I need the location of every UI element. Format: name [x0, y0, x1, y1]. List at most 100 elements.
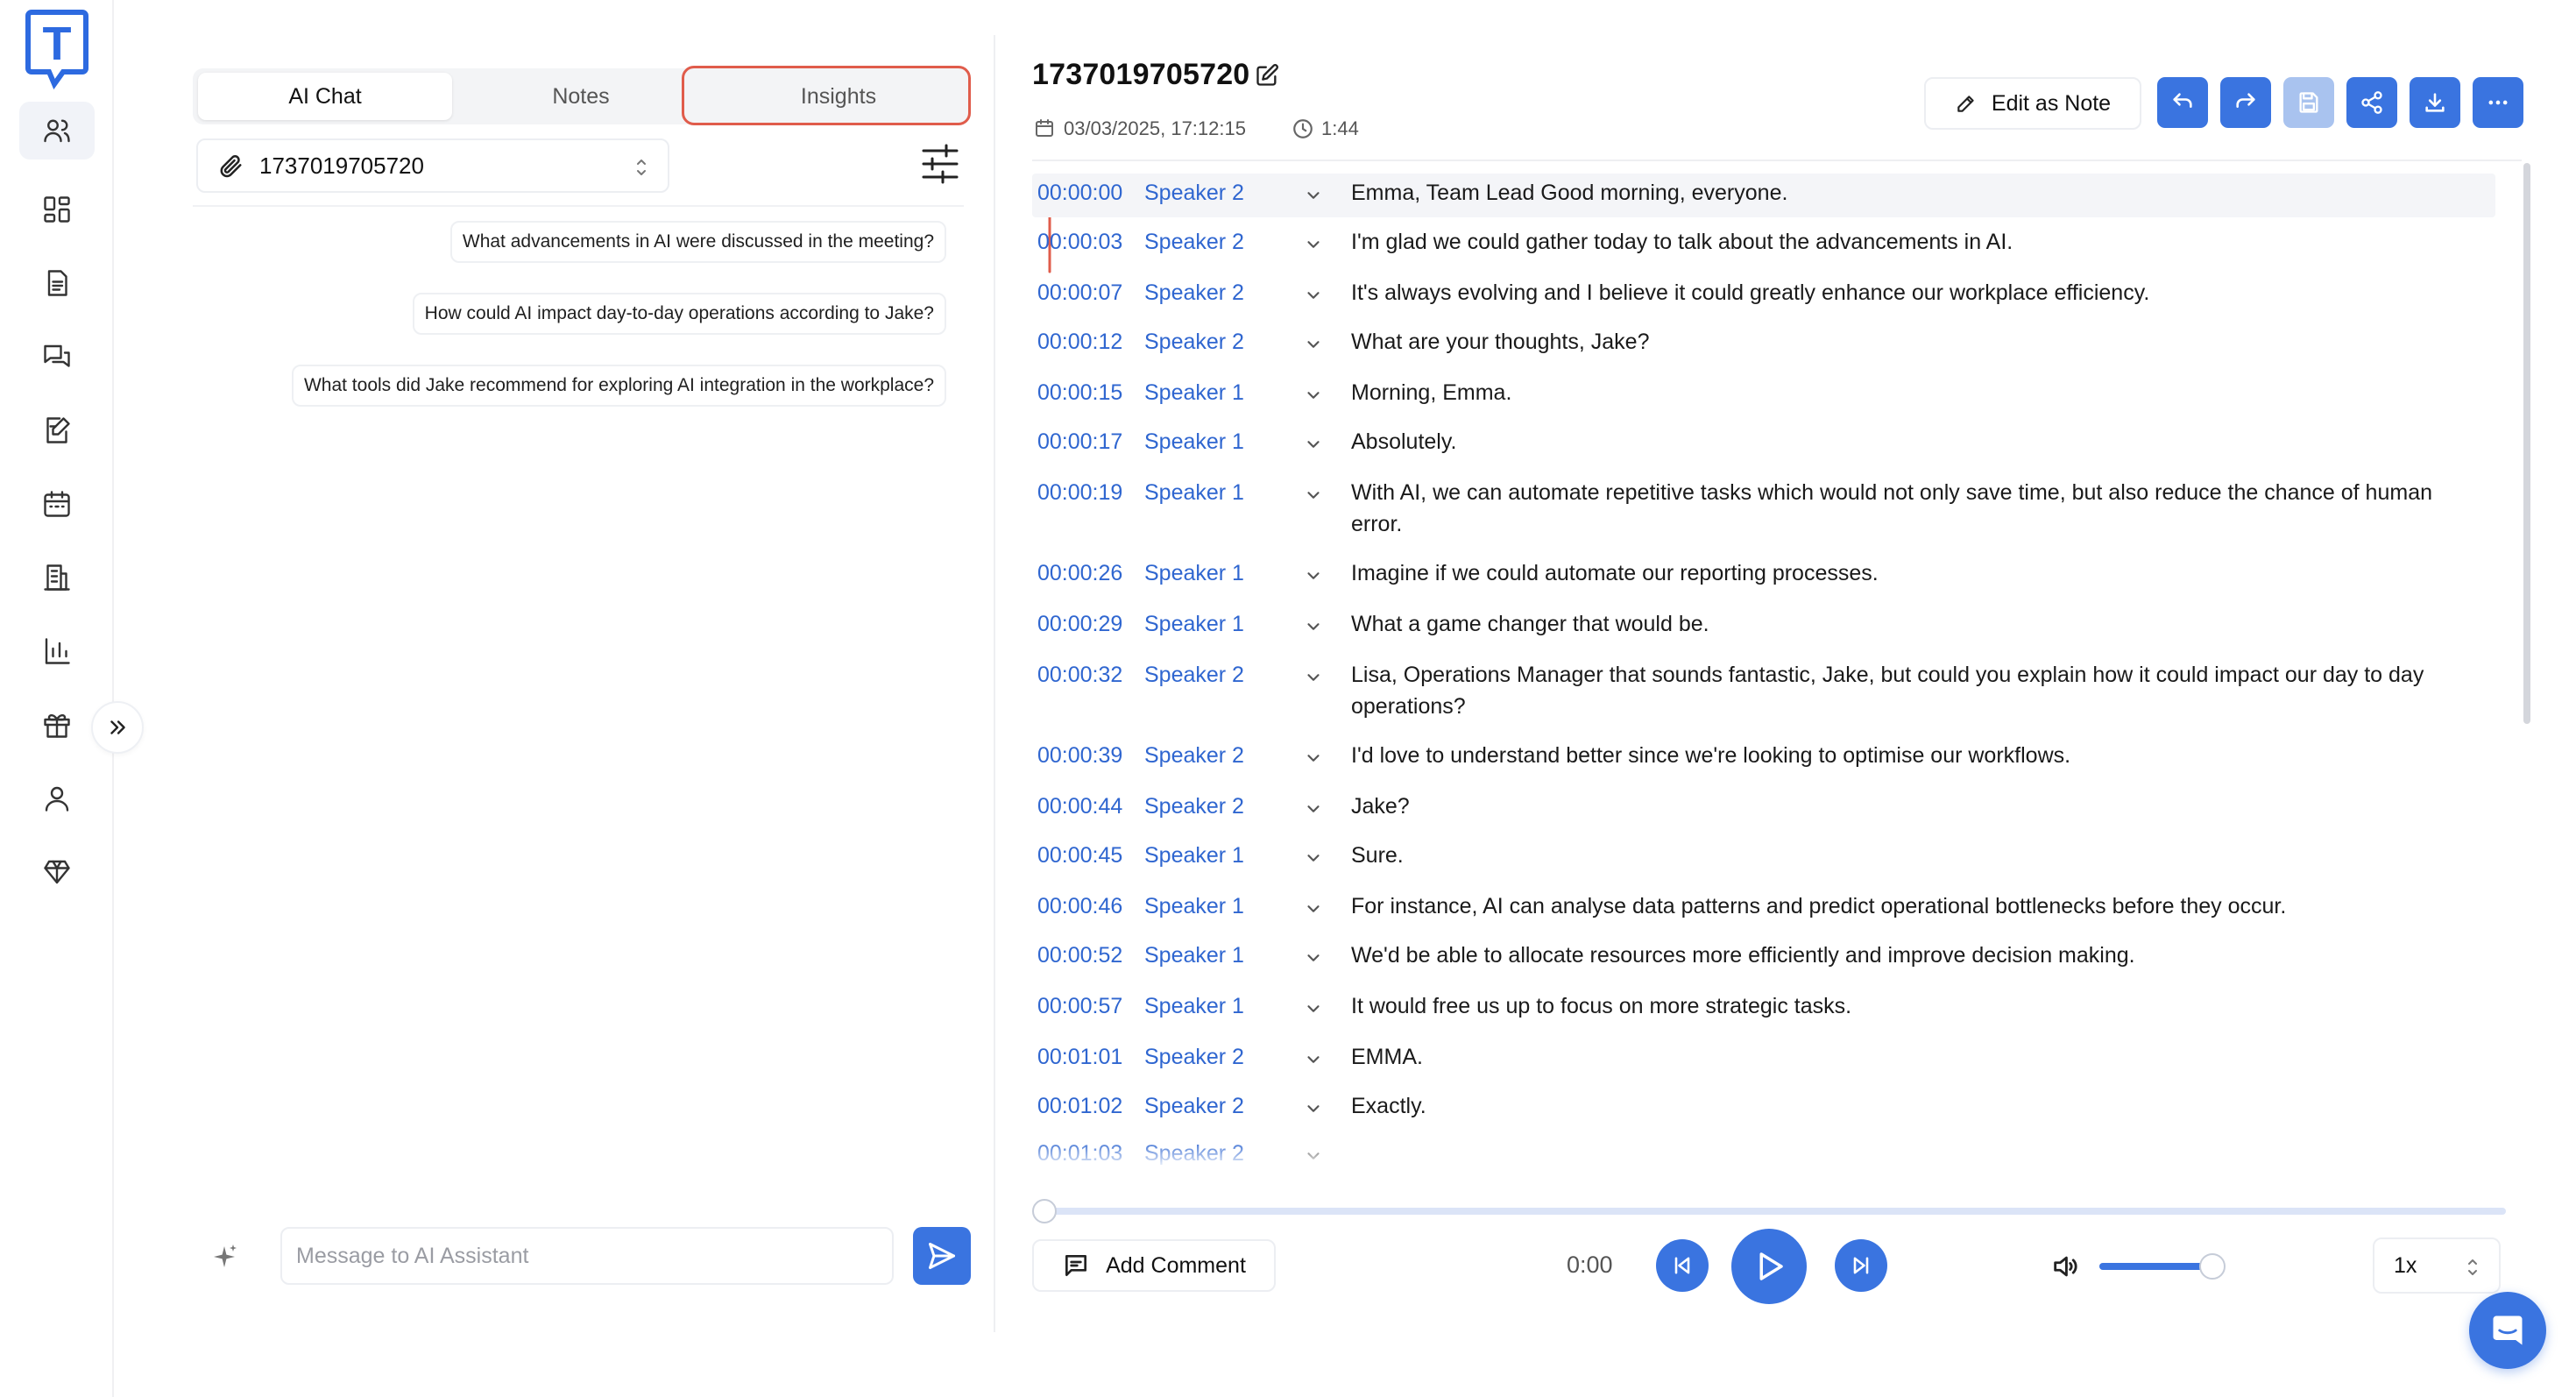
sidebar-item-users[interactable]: [19, 102, 95, 160]
chevron-down-icon[interactable]: [1304, 799, 1323, 819]
chevron-down-icon[interactable]: [1304, 335, 1323, 354]
segment-speaker[interactable]: Speaker 1: [1144, 994, 1244, 1019]
playback-speed-select[interactable]: 1x: [2373, 1237, 2501, 1294]
tab-ai-chat[interactable]: AI Chat: [198, 73, 452, 120]
transcript-row[interactable]: 00:00:44 Speaker 2 Jake?: [1032, 787, 2495, 831]
transcript-row[interactable]: 00:00:39 Speaker 2 I'd love to understand …: [1032, 736, 2495, 780]
edit-title-icon[interactable]: [1255, 63, 1279, 88]
segment-text[interactable]: I'd love to understand better since we'r…: [1351, 740, 2455, 771]
segment-speaker[interactable]: Speaker 2: [1144, 330, 1244, 355]
more-options-button[interactable]: [2473, 77, 2523, 128]
segment-text[interactable]: Jake?: [1351, 791, 2455, 822]
chevron-down-icon[interactable]: [1304, 386, 1323, 405]
segment-speaker[interactable]: Speaker 1: [1144, 612, 1244, 637]
transcript-row[interactable]: 00:00:45 Speaker 1 Sure.: [1032, 836, 2495, 880]
segment-text[interactable]: I'm glad we could gather today to talk a…: [1351, 226, 2455, 258]
chevron-down-icon[interactable]: [1304, 435, 1323, 454]
segment-timestamp[interactable]: 00:00:45: [1037, 843, 1122, 869]
segment-speaker[interactable]: Speaker 2: [1144, 230, 1244, 255]
tab-insights[interactable]: Insights: [711, 73, 966, 120]
chevron-down-icon[interactable]: [1304, 999, 1323, 1018]
segment-text[interactable]: Sure.: [1351, 840, 2455, 871]
transcript-row[interactable]: 00:00:17 Speaker 1 Absolutely.: [1032, 422, 2495, 466]
share-button[interactable]: [2346, 77, 2397, 128]
app-logo[interactable]: T: [25, 7, 89, 89]
segment-timestamp[interactable]: 00:00:46: [1037, 894, 1122, 919]
chevron-down-icon[interactable]: [1304, 848, 1323, 868]
chevron-down-icon[interactable]: [1304, 1099, 1323, 1118]
transcript-scrollbar[interactable]: [2523, 163, 2530, 724]
segment-speaker[interactable]: Speaker 1: [1144, 380, 1244, 406]
chevron-down-icon[interactable]: [1304, 566, 1323, 585]
play-button[interactable]: [1731, 1229, 1807, 1304]
segment-text[interactable]: Emma, Team Lead Good morning, everyone.: [1351, 177, 2455, 209]
segment-speaker[interactable]: Speaker 1: [1144, 943, 1244, 968]
segment-timestamp[interactable]: 00:00:17: [1037, 429, 1122, 455]
segment-timestamp[interactable]: 00:00:12: [1037, 330, 1122, 355]
segment-text[interactable]: What are your thoughts, Jake?: [1351, 326, 2455, 358]
segment-text[interactable]: Exactly.: [1351, 1090, 2455, 1122]
file-select[interactable]: 1737019705720: [196, 138, 669, 193]
transcript-row[interactable]: 00:00:29 Speaker 1 What a game changer tha…: [1032, 605, 2495, 649]
skip-forward-button[interactable]: [1835, 1239, 1887, 1292]
segment-text[interactable]: Morning, Emma.: [1351, 377, 2455, 408]
segment-timestamp[interactable]: 00:00:19: [1037, 480, 1122, 506]
segment-timestamp[interactable]: 00:00:32: [1037, 663, 1122, 688]
edit-as-note-button[interactable]: Edit as Note: [1924, 77, 2141, 130]
send-button[interactable]: [913, 1227, 971, 1285]
filter-settings-icon[interactable]: [920, 144, 960, 184]
sidebar-item-dashboard[interactable]: [19, 181, 95, 238]
segment-text[interactable]: For instance, AI can analyse data patter…: [1351, 890, 2455, 922]
transcript-row[interactable]: 00:00:26 Speaker 1 Imagine if we could aut…: [1032, 554, 2495, 598]
playback-progress-handle[interactable]: [1032, 1199, 1057, 1223]
transcript-row[interactable]: 00:00:52 Speaker 1 We'd be able to allocat…: [1032, 936, 2495, 980]
suggested-question[interactable]: What tools did Jake recommend for explor…: [291, 365, 946, 407]
sidebar-item-diamond[interactable]: [19, 843, 95, 901]
suggested-question[interactable]: What advancements in AI were discussed i…: [449, 221, 946, 263]
transcript-row[interactable]: 00:00:32 Speaker 2 Lisa, Operations Manage…: [1032, 656, 2495, 729]
segment-text[interactable]: With AI, we can automate repetitive task…: [1351, 477, 2455, 540]
segment-timestamp[interactable]: 00:00:39: [1037, 743, 1122, 769]
sidebar-item-calendar[interactable]: [19, 475, 95, 533]
segment-speaker[interactable]: Speaker 1: [1144, 429, 1244, 455]
volume-slider-handle[interactable]: [2199, 1253, 2226, 1280]
transcript-row[interactable]: 00:00:46 Speaker 1 For instance, AI can an…: [1032, 887, 2495, 931]
transcript-row[interactable]: 00:00:00 Speaker 2 Emma, Team Lead Good mo…: [1032, 174, 2495, 217]
chevron-down-icon[interactable]: [1304, 948, 1323, 968]
segment-timestamp[interactable]: 00:00:44: [1037, 794, 1122, 819]
segment-speaker[interactable]: Speaker 1: [1144, 843, 1244, 869]
chevron-down-icon[interactable]: [1304, 668, 1323, 687]
segment-text[interactable]: What a game changer that would be.: [1351, 608, 2455, 640]
sidebar-item-user[interactable]: [19, 769, 95, 827]
segment-text[interactable]: We'd be able to allocate resources more …: [1351, 940, 2455, 971]
segment-timestamp[interactable]: 00:00:03: [1037, 230, 1122, 255]
chevron-down-icon[interactable]: [1304, 235, 1323, 254]
sidebar-item-bar-chart[interactable]: [19, 622, 95, 680]
segment-speaker[interactable]: Speaker 2: [1144, 663, 1244, 688]
segment-timestamp[interactable]: 00:00:29: [1037, 612, 1122, 637]
sparkle-icon[interactable]: [210, 1243, 238, 1271]
volume-icon[interactable]: [2050, 1252, 2080, 1281]
download-button[interactable]: [2410, 77, 2460, 128]
sidebar-item-building[interactable]: [19, 549, 95, 606]
segment-timestamp[interactable]: 00:00:52: [1037, 943, 1122, 968]
segment-speaker[interactable]: Speaker 2: [1144, 181, 1244, 206]
segment-timestamp[interactable]: 00:00:00: [1037, 181, 1122, 206]
segment-timestamp[interactable]: 00:00:07: [1037, 280, 1122, 306]
tab-notes[interactable]: Notes: [454, 73, 708, 120]
segment-text[interactable]: It would free us up to focus on more str…: [1351, 990, 2455, 1022]
skip-back-button[interactable]: [1656, 1239, 1709, 1292]
redo-button[interactable]: [2220, 77, 2271, 128]
segment-speaker[interactable]: Speaker 2: [1144, 1045, 1244, 1070]
transcript-row[interactable]: 00:01:01 Speaker 2 EMMA.: [1032, 1038, 2495, 1081]
transcript-row[interactable]: 00:00:07 Speaker 2 It's always evolving an…: [1032, 273, 2495, 317]
segment-timestamp[interactable]: 00:01:02: [1037, 1094, 1122, 1119]
sidebar-item-chat[interactable]: [19, 328, 95, 386]
segment-speaker[interactable]: Speaker 1: [1144, 480, 1244, 506]
sidebar-item-gift[interactable]: [19, 696, 95, 754]
segment-text[interactable]: It's always evolving and I believe it co…: [1351, 277, 2455, 308]
chevron-down-icon[interactable]: [1304, 486, 1323, 505]
save-button[interactable]: [2283, 77, 2334, 128]
segment-timestamp[interactable]: 00:01:01: [1037, 1045, 1122, 1070]
segment-speaker[interactable]: Speaker 1: [1144, 561, 1244, 586]
